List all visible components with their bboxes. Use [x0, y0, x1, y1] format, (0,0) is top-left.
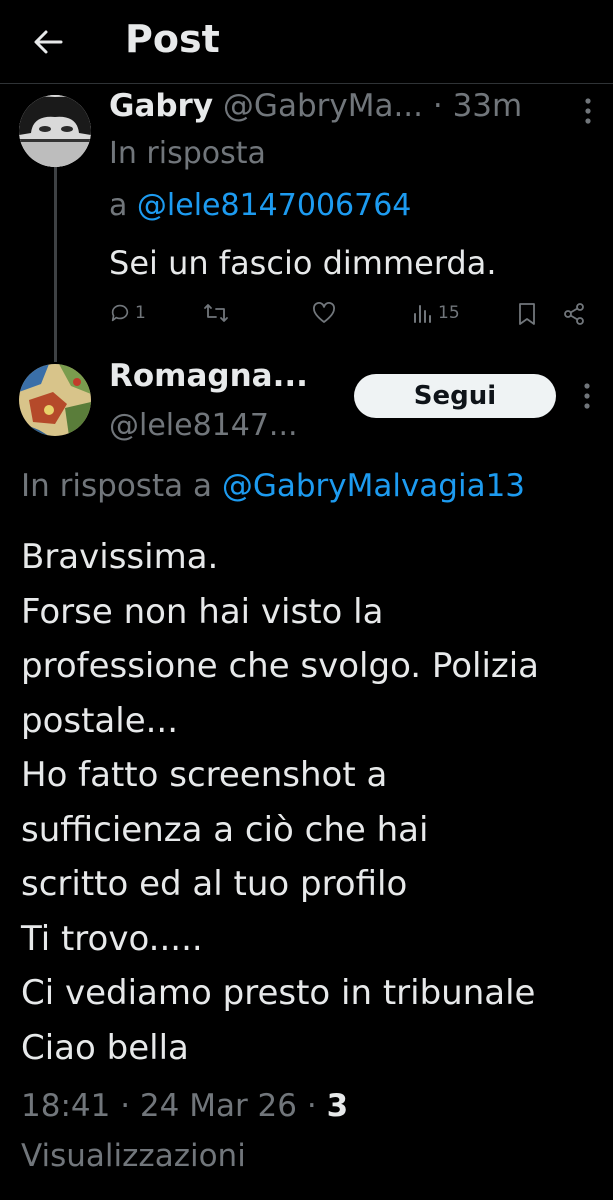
heart-icon — [313, 302, 335, 323]
post-body: Bravissima. Forse non hai visto la profe… — [21, 530, 611, 1075]
share-action[interactable] — [562, 302, 586, 326]
arrow-left-icon — [34, 30, 63, 54]
reply-to-handle[interactable]: @lele8147006764 — [137, 188, 411, 223]
bookmark-action[interactable] — [517, 302, 537, 326]
follow-button[interactable]: Segui — [354, 374, 556, 418]
reply-to: In risposta a @GabryMalvagia13 — [21, 468, 525, 504]
views-icon — [414, 305, 431, 323]
reply-action[interactable]: 1 — [109, 302, 146, 324]
post-meta: 18:41 · 24 Mar 26 · 3 — [21, 1088, 349, 1124]
top-bar: Post — [0, 0, 613, 84]
post-time[interactable]: 33m — [453, 88, 523, 124]
repost-action[interactable] — [203, 302, 229, 324]
post-line: sufficienza a ciò che hai — [21, 809, 429, 850]
post-line: Ho fatto screenshot a — [21, 755, 388, 795]
repost-icon — [204, 304, 228, 322]
reply-to-label: In risposta a — [21, 468, 222, 504]
avatar[interactable] — [19, 364, 91, 436]
post-date: 24 Mar 26 — [139, 1088, 297, 1124]
reply-count: 1 — [135, 303, 146, 323]
reply-text: Sei un fascio dimmerda. — [109, 244, 497, 282]
views-count[interactable]: 3 — [327, 1088, 349, 1124]
comment-icon — [111, 304, 129, 322]
views-action[interactable]: 15 — [412, 302, 460, 324]
reply-to: a @lele8147006764 — [109, 188, 411, 223]
post-line: Ciao bella — [21, 1027, 189, 1068]
reply-header: Gabry @GabryMa... · 33m — [109, 88, 522, 124]
like-action[interactable] — [312, 302, 336, 324]
post-line: Ci vediamo presto in tribunale — [21, 973, 536, 1013]
views-label[interactable]: Visualizzazioni — [21, 1138, 246, 1174]
post-time: 18:41 — [21, 1088, 111, 1124]
author-handle[interactable]: @GabryMa... — [223, 88, 423, 124]
separator: · — [423, 88, 453, 124]
reply-to-label: In risposta — [109, 136, 266, 171]
post-line: postale... — [21, 700, 179, 741]
post-line: Ti trovo..... — [21, 918, 203, 959]
post-line: scritto ed al tuo profilo — [21, 864, 408, 904]
post-line: professione che svolgo. Polizia — [21, 646, 540, 686]
views-count: 15 — [438, 303, 460, 323]
reply-to-handle[interactable]: @GabryMalvagia13 — [222, 468, 525, 504]
page-title: Post — [125, 17, 220, 61]
post-line: Forse non hai visto la — [21, 591, 384, 632]
reply-to-a: a — [109, 188, 137, 223]
bookmark-icon — [519, 303, 535, 325]
author-name[interactable]: Romagna... — [109, 358, 308, 394]
post-line: Bravissima. — [21, 537, 219, 577]
avatar-image — [19, 95, 91, 167]
author-handle[interactable]: @lele8147... — [109, 408, 298, 443]
thread-connector-line — [54, 162, 57, 362]
back-button[interactable] — [26, 20, 70, 64]
avatar[interactable] — [19, 95, 91, 167]
avatar-image — [19, 364, 91, 436]
more-icon[interactable] — [570, 376, 604, 416]
more-icon[interactable] — [571, 94, 605, 128]
author-name[interactable]: Gabry — [109, 88, 213, 124]
share-icon — [564, 303, 584, 325]
